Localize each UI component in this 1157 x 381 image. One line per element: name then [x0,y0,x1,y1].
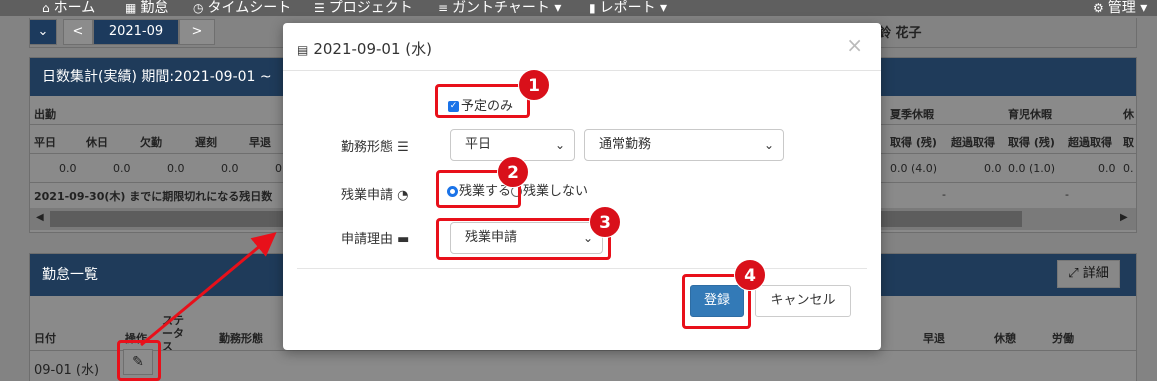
pointer-arrow-icon [140,232,277,347]
